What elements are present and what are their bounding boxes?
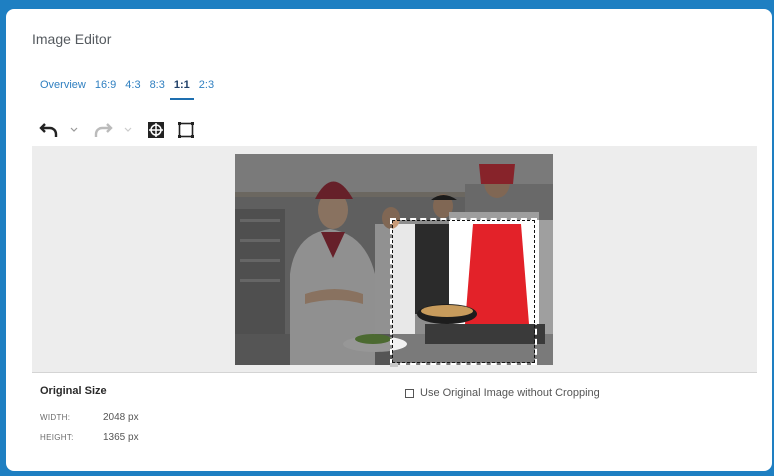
crop-selection[interactable] bbox=[390, 218, 537, 365]
crop-frame-icon bbox=[178, 122, 194, 138]
use-original-checkbox[interactable] bbox=[405, 388, 414, 398]
editor-toolbar bbox=[38, 119, 196, 141]
tab-1-1[interactable]: 1:1 bbox=[169, 77, 194, 101]
redo-icon bbox=[94, 123, 113, 137]
chevron-down-icon bbox=[70, 127, 78, 132]
crop-frame-button[interactable] bbox=[176, 121, 196, 139]
chevron-down-icon bbox=[124, 127, 132, 132]
height-label: HEIGHT: bbox=[40, 432, 74, 442]
width-label: WIDTH: bbox=[40, 412, 71, 422]
use-original-label: Use Original Image without Cropping bbox=[420, 387, 600, 399]
original-size-panel: Original Size WIDTH: 2048 px HEIGHT: 136… bbox=[40, 385, 139, 447]
height-value: 1365 px bbox=[103, 431, 139, 443]
tab-overview[interactable]: Overview bbox=[40, 77, 86, 101]
aspect-ratio-tabs: Overview 16:9 4:3 8:3 1:1 2:3 bbox=[40, 77, 223, 101]
image-editor-dialog: Image Editor Overview 16:9 4:3 8:3 1:1 2… bbox=[6, 9, 772, 471]
focus-point-icon bbox=[148, 122, 164, 138]
focus-point-button[interactable] bbox=[146, 121, 166, 139]
use-original-option[interactable]: Use Original Image without Cropping bbox=[405, 387, 600, 399]
undo-icon bbox=[39, 123, 58, 137]
dialog-title: Image Editor bbox=[32, 31, 112, 47]
undo-button[interactable] bbox=[38, 121, 60, 139]
undo-history-dropdown[interactable] bbox=[66, 126, 82, 134]
tab-4-3[interactable]: 4:3 bbox=[125, 77, 140, 101]
image-canvas bbox=[32, 146, 757, 373]
tab-16-9[interactable]: 16:9 bbox=[95, 77, 116, 101]
tab-8-3[interactable]: 8:3 bbox=[150, 77, 165, 101]
redo-history-dropdown[interactable] bbox=[120, 126, 136, 134]
width-value: 2048 px bbox=[103, 411, 139, 423]
chefs-photo bbox=[235, 154, 553, 365]
tab-2-3[interactable]: 2:3 bbox=[199, 77, 214, 101]
height-row: HEIGHT: 1365 px bbox=[40, 427, 139, 447]
original-size-title: Original Size bbox=[40, 385, 107, 397]
redo-button[interactable] bbox=[92, 121, 114, 139]
resize-handle[interactable] bbox=[390, 363, 398, 367]
width-row: WIDTH: 2048 px bbox=[40, 407, 139, 427]
